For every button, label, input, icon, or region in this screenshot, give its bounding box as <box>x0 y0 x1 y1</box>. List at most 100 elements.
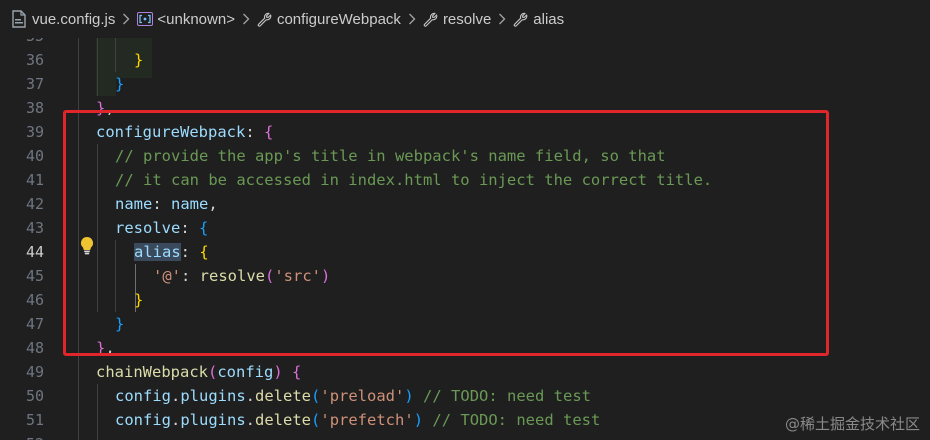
string-literal: 'src' <box>274 267 322 285</box>
brace: } <box>115 315 125 333</box>
wrench-icon <box>257 12 272 27</box>
line-number: 38 <box>25 99 44 117</box>
string-literal: '@' <box>153 267 181 285</box>
brace: } <box>115 75 125 93</box>
code-line-48: 48 }, <box>0 336 930 360</box>
code-line-44: 44 alias: { <box>0 240 930 264</box>
line-number: 48 <box>25 339 44 357</box>
paren: ) <box>321 267 331 285</box>
dot: . <box>245 411 256 429</box>
breadcrumb: vue.config.js <unknown> configureWebpack… <box>0 0 930 38</box>
paren: ) <box>273 363 283 381</box>
paren: ( <box>207 363 218 381</box>
parameter: config <box>217 363 274 381</box>
string-literal: 'preload' <box>320 387 405 405</box>
line-number: 52 <box>0 432 44 440</box>
dot: . <box>171 411 181 429</box>
code-line-47: 47 } <box>0 312 930 336</box>
comma: , <box>105 99 115 117</box>
breadcrumb-alias-label: alias <box>533 10 565 28</box>
property-key: configureWebpack <box>96 123 246 141</box>
code-line-38: 38 }, <box>0 96 930 120</box>
brace: { <box>199 219 209 237</box>
brace: } <box>96 339 106 357</box>
brackets-icon <box>137 12 154 26</box>
breadcrumb-file-label: vue.config.js <box>32 10 116 28</box>
breadcrumb-item-unknown[interactable]: <unknown> <box>137 11 235 28</box>
breadcrumb-item-resolve[interactable]: resolve <box>423 11 491 28</box>
property-key-selected: alias <box>134 243 181 261</box>
line-number-active: 44 <box>25 243 44 261</box>
line-number: 36 <box>25 51 44 69</box>
paren: ( <box>265 267 275 285</box>
paren: ) <box>413 411 424 429</box>
breadcrumb-item-file[interactable]: vue.config.js <box>12 10 115 28</box>
line-number: 39 <box>25 123 44 141</box>
identifier: config <box>115 387 171 405</box>
line-number: 35 <box>0 38 44 48</box>
line-number: 40 <box>25 147 44 165</box>
code-line-42: 42 name: name, <box>0 192 930 216</box>
line-number: 51 <box>25 411 44 429</box>
code-line-40: 40 // provide the app's title in webpack… <box>0 144 930 168</box>
function-call: delete <box>255 387 312 405</box>
code-line-50: 50 config.plugins.delete('preload') // T… <box>0 384 930 408</box>
code-line-43: 43 resolve: { <box>0 216 930 240</box>
colon: : <box>245 123 264 141</box>
breadcrumb-item-alias[interactable]: alias <box>513 11 564 28</box>
wrench-icon <box>514 12 528 27</box>
line-number: 47 <box>25 315 44 333</box>
string-literal: 'prefetch' <box>320 411 414 429</box>
breadcrumb-item-configure-webpack[interactable]: configureWebpack <box>257 11 401 28</box>
code-editor[interactable]: 35 36 } 37 } 38 }, 39 configureWebpack: … <box>0 38 930 440</box>
comment: // TODO: need test <box>423 411 601 429</box>
function-name: chainWebpack <box>96 363 208 381</box>
code-line-36: 36 } <box>0 48 930 72</box>
brace: } <box>134 51 144 69</box>
colon: : <box>152 195 171 213</box>
property: plugins <box>180 411 246 429</box>
line-number: 49 <box>25 363 44 381</box>
dot: . <box>171 387 181 405</box>
code-line-45: 45 '@': resolve('src') <box>0 264 930 288</box>
line-number: 43 <box>25 219 44 237</box>
chevron-right-icon <box>498 13 506 25</box>
colon: : <box>181 267 200 285</box>
wrench-icon <box>423 12 438 27</box>
breadcrumb-resolve-label: resolve <box>442 10 492 28</box>
line-number: 46 <box>25 291 44 309</box>
line-number: 37 <box>25 75 44 93</box>
paren: ) <box>404 387 414 405</box>
colon: : <box>180 243 200 261</box>
line-number: 41 <box>25 171 44 189</box>
function-call: resolve <box>199 267 265 285</box>
chevron-right-icon <box>242 13 250 25</box>
paren: ( <box>311 387 321 405</box>
brace: { <box>263 123 274 141</box>
dot: . <box>245 387 256 405</box>
code-line-39: 39 configureWebpack: { <box>0 120 930 144</box>
function-call: delete <box>255 411 312 429</box>
code-line-49: 49 chainWebpack(config) { <box>0 360 930 384</box>
comma: , <box>105 339 115 357</box>
js-file-icon <box>12 10 26 28</box>
code-line-46: 46 } <box>0 288 930 312</box>
line-number: 45 <box>25 267 44 285</box>
brace: { <box>282 363 302 381</box>
comma: , <box>208 195 218 213</box>
paren: ( <box>311 411 321 429</box>
comment: // TODO: need test <box>413 387 592 405</box>
property-key: name <box>115 195 153 213</box>
watermark: @稀土掘金技术社区 <box>784 415 920 433</box>
colon: : <box>180 219 199 237</box>
code-line-35: 35 <box>0 38 930 48</box>
comment: // it can be accessed in index.html to i… <box>115 171 713 189</box>
chevron-right-icon <box>122 13 130 25</box>
identifier: config <box>115 411 171 429</box>
code-line-41: 41 // it can be accessed in index.html t… <box>0 168 930 192</box>
brace: } <box>96 99 106 117</box>
lightbulb-icon[interactable] <box>79 236 95 256</box>
breadcrumb-configure-label: configureWebpack <box>276 10 401 28</box>
line-number: 42 <box>25 195 44 213</box>
identifier: name <box>171 195 209 213</box>
